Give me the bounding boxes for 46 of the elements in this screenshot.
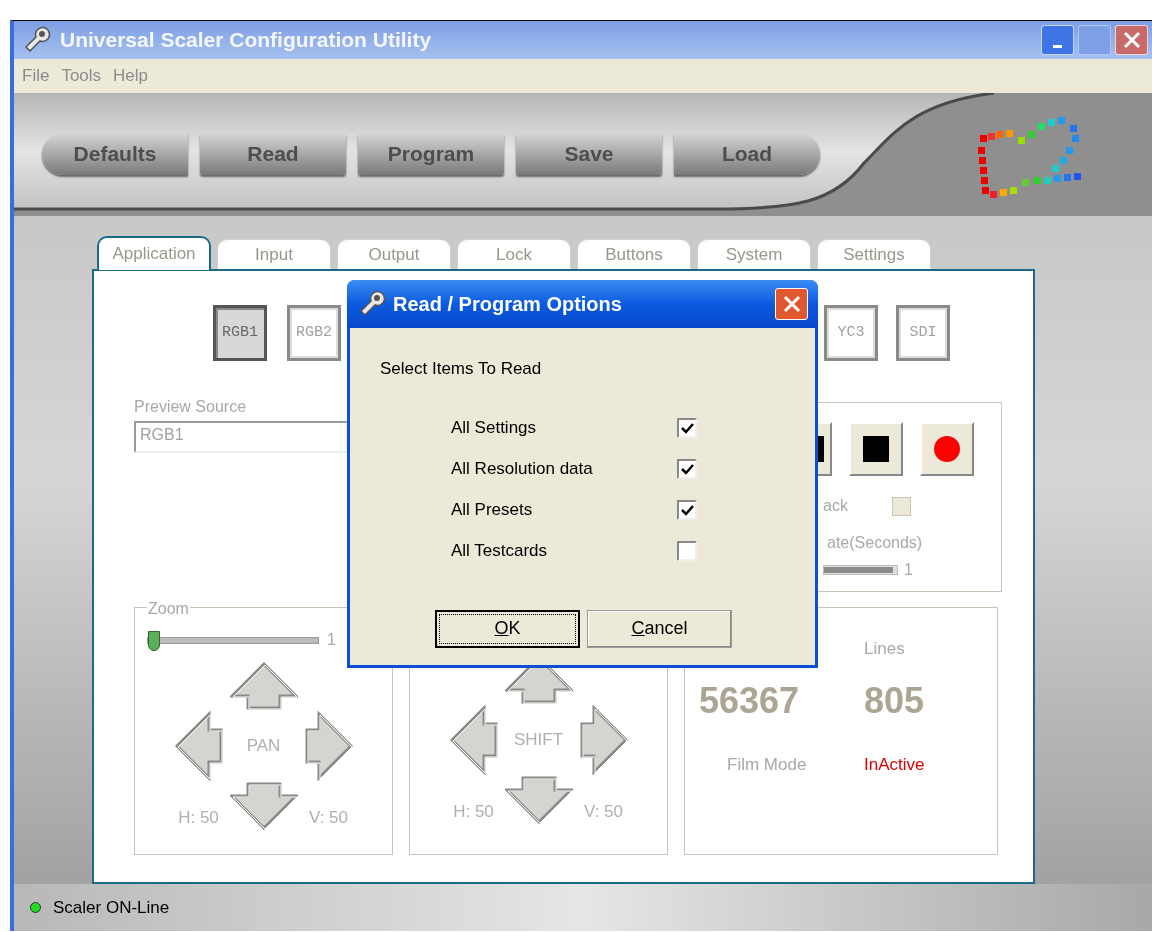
coordinate-label: H: 50 (178, 806, 219, 829)
field-label: Preview Source (134, 397, 248, 417)
source-button[interactable]: SDI (896, 305, 950, 361)
source-button[interactable]: RGB2 (287, 305, 341, 361)
column-heading: Lines (864, 638, 906, 660)
option-label: All Testcards (451, 540, 549, 563)
source-button[interactable]: YC3 (824, 305, 878, 361)
pad-label: SHIFT (513, 729, 564, 752)
pad-label: PAN (246, 735, 281, 758)
film-mode-label: Film Mode (726, 753, 808, 776)
slider-label: ate(Seconds) (826, 533, 923, 553)
tab[interactable]: Input (217, 239, 331, 270)
toolbar-button[interactable]: Load (674, 133, 820, 175)
tab[interactable]: System (697, 239, 811, 270)
tab[interactable]: Application (97, 236, 211, 270)
menu-item[interactable]: File (22, 63, 50, 89)
coordinate-label: H: 50 (453, 800, 494, 823)
preview-source-field[interactable]: RGB1 (134, 421, 348, 453)
tab[interactable]: Lock (457, 239, 571, 270)
prompt-text: Select Items To Read (380, 358, 543, 380)
source-button[interactable]: RGB1 (213, 305, 267, 361)
option-label: All Resolution data (451, 458, 594, 481)
menu-item[interactable]: Tools (61, 63, 102, 89)
tab[interactable]: Output (337, 239, 451, 270)
option-label: All Settings (451, 417, 538, 440)
coordinate-label: V: 50 (583, 800, 624, 823)
toolbar-button[interactable]: Program (358, 133, 504, 175)
window-title: Universal Scaler Configuration Utility (60, 27, 433, 54)
slider-value: 1 (327, 630, 336, 650)
dialog-button[interactable]: Cancel (587, 609, 732, 648)
tab[interactable]: Buttons (577, 239, 691, 270)
tab[interactable]: Settings (817, 239, 931, 270)
toolbar-button[interactable]: Defaults (42, 133, 188, 175)
pixel-count: 56367 (699, 678, 801, 723)
line-count: 805 (864, 678, 926, 723)
option-label: ack (823, 496, 849, 516)
dialog-button[interactable]: OK (435, 609, 580, 648)
dialog-title: Read / Program Options (393, 292, 623, 317)
option-label: All Presets (451, 499, 534, 522)
toolbar-button[interactable]: Save (516, 133, 662, 175)
toolbar-button[interactable]: Read (200, 133, 346, 175)
slider-value: 1 (904, 560, 913, 580)
status-text: Scaler ON-Line (53, 896, 170, 919)
menu-item[interactable]: Help (113, 63, 149, 89)
coordinate-label: V: 50 (308, 806, 349, 829)
film-mode-value: InActive (864, 753, 926, 776)
